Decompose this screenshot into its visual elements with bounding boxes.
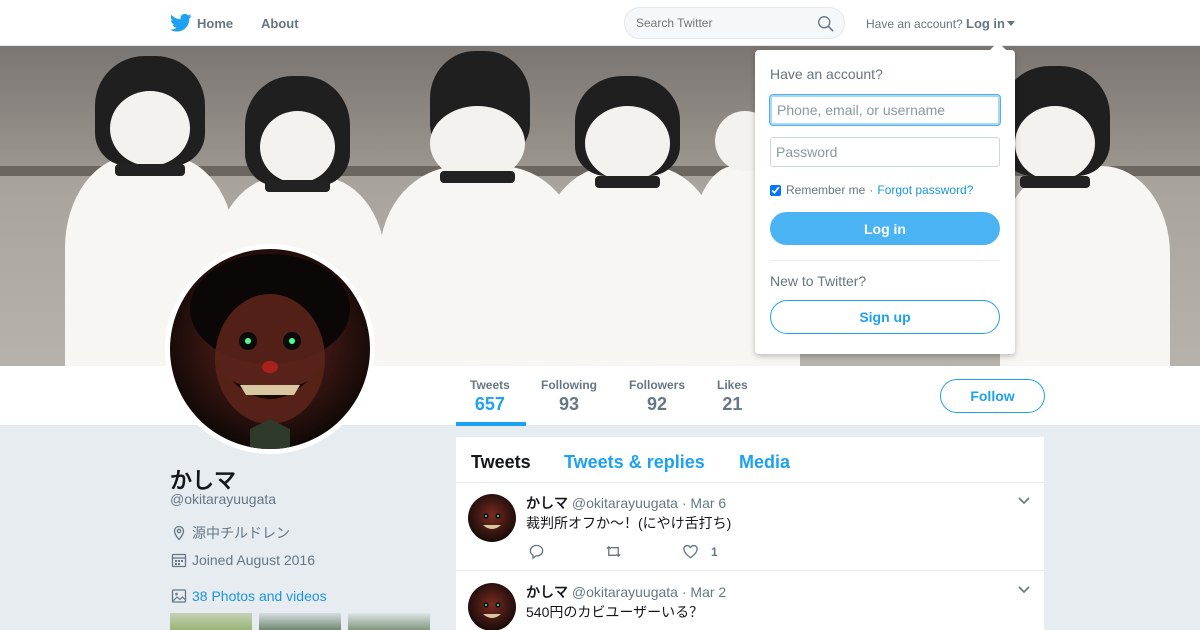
stat-label: Followers	[629, 378, 686, 392]
tweet-separator: ·	[681, 584, 687, 600]
dropdown-divider	[770, 260, 1000, 261]
profile-avatar-frame	[165, 244, 375, 454]
active-stat-underline	[456, 422, 526, 426]
photos-videos-row[interactable]: 38 Photos and videos	[171, 587, 327, 605]
stat-label: Following	[541, 378, 597, 392]
username-field[interactable]	[769, 94, 1001, 126]
media-thumbnail[interactable]	[348, 613, 430, 630]
tweet-avatar[interactable]	[468, 494, 516, 542]
nav-home-link[interactable]: Home	[197, 16, 233, 31]
tweet-item[interactable]: かしマ @okitarayuugata · Mar 2 540円のカビユーザーい…	[456, 571, 1044, 630]
twitter-bird-icon[interactable]	[170, 13, 192, 33]
search-icon[interactable]	[817, 15, 834, 32]
remember-me-label[interactable]: Remember me	[786, 183, 865, 197]
dropdown-arrow	[989, 42, 1007, 51]
remember-me-row: Remember me · Forgot password?	[770, 183, 973, 197]
tweet-text: 裁判所オフか〜！(にやけ舌打ち)	[526, 515, 732, 531]
profile-avatar[interactable]	[170, 249, 370, 449]
timeline-tabs: Tweets Tweets & replies Media	[456, 437, 1044, 483]
search-input[interactable]	[636, 16, 806, 30]
tweet-header: かしマ @okitarayuugata · Mar 6	[526, 493, 726, 513]
stat-value: 21	[722, 394, 743, 414]
reply-button[interactable]	[528, 543, 545, 560]
profile-location: 源中チルドレン	[171, 524, 290, 542]
stat-followers[interactable]: Followers 92	[629, 378, 685, 415]
like-count: 1	[711, 544, 718, 559]
tab-media[interactable]: Media	[739, 452, 790, 473]
media-thumbnail[interactable]	[259, 613, 341, 630]
stat-label: Likes	[717, 378, 748, 392]
like-button[interactable]: 1	[682, 543, 718, 560]
retweet-icon	[606, 545, 621, 558]
top-navigation-bar: Home About Have an account? Log in	[0, 0, 1200, 46]
location-text: 源中チルドレン	[192, 525, 290, 541]
search-box[interactable]	[624, 7, 845, 39]
password-field[interactable]	[770, 137, 1000, 167]
image-icon	[171, 589, 187, 603]
tweet-avatar[interactable]	[468, 583, 516, 630]
stat-label: Tweets	[470, 378, 510, 392]
tweet-avatar-image	[483, 513, 501, 529]
login-menu-link[interactable]: Log in	[966, 16, 1005, 31]
chevron-down-icon[interactable]	[1007, 21, 1015, 26]
heart-icon	[683, 544, 698, 559]
tab-tweets-replies[interactable]: Tweets & replies	[564, 452, 705, 473]
tweet-author-handle[interactable]: @okitarayuugata	[572, 495, 678, 511]
avatar-face-image	[190, 254, 350, 449]
forgot-password-link[interactable]: Forgot password?	[877, 183, 973, 197]
profile-joined: Joined August 2016	[171, 551, 315, 569]
tweet-header: かしマ @okitarayuugata · Mar 2	[526, 582, 726, 602]
have-account-text: Have an account?	[866, 17, 963, 31]
stat-value: 93	[558, 394, 580, 414]
calendar-icon	[171, 553, 187, 568]
joined-text: Joined August 2016	[192, 552, 315, 568]
tweet-item[interactable]: かしマ @okitarayuugata · Mar 6 裁判所オフか〜！(にやけ…	[456, 483, 1044, 571]
chevron-down-icon[interactable]	[1018, 586, 1030, 594]
stat-value: 92	[646, 394, 668, 414]
reply-icon	[529, 544, 544, 560]
tweet-author-name[interactable]: かしマ	[526, 584, 568, 600]
profile-handle[interactable]: @okitarayuugata	[170, 491, 276, 507]
stat-following[interactable]: Following 93	[541, 378, 597, 415]
nav-about-link[interactable]: About	[261, 16, 299, 31]
tweet-actions: 1	[528, 543, 778, 560]
tab-tweets[interactable]: Tweets	[471, 452, 531, 473]
remember-separator: ·	[869, 183, 874, 197]
location-pin-icon	[173, 525, 185, 541]
signup-button[interactable]: Sign up	[770, 300, 1000, 334]
tweets-panel: Tweets Tweets & replies Media かしマ @okita…	[456, 437, 1044, 630]
media-thumbnail[interactable]	[170, 613, 252, 630]
tweet-date[interactable]: Mar 2	[690, 584, 726, 600]
dropdown-title: Have an account?	[770, 66, 883, 82]
tweet-avatar-image	[483, 602, 501, 618]
banner-doll	[1000, 66, 1170, 366]
tweet-author-handle[interactable]: @okitarayuugata	[572, 584, 678, 600]
retweet-button[interactable]	[605, 543, 622, 560]
tweet-text: 540円のカビユーザーいる？	[526, 604, 704, 620]
stat-value: 657	[474, 394, 505, 414]
photos-videos-link[interactable]: 38 Photos and videos	[192, 588, 327, 604]
tweet-author-name[interactable]: かしマ	[526, 495, 568, 511]
remember-me-checkbox[interactable]	[770, 184, 781, 196]
follow-button[interactable]: Follow	[940, 379, 1045, 413]
chevron-down-icon[interactable]	[1018, 497, 1030, 505]
login-button[interactable]: Log in	[770, 212, 1000, 245]
login-dropdown: Have an account? Remember me · Forgot pa…	[755, 50, 1015, 354]
new-to-twitter-text: New to Twitter?	[770, 273, 867, 289]
tweet-separator: ·	[681, 495, 687, 511]
stat-likes[interactable]: Likes 21	[717, 378, 748, 415]
stat-tweets[interactable]: Tweets 657	[470, 378, 510, 415]
tweet-date[interactable]: Mar 6	[690, 495, 726, 511]
